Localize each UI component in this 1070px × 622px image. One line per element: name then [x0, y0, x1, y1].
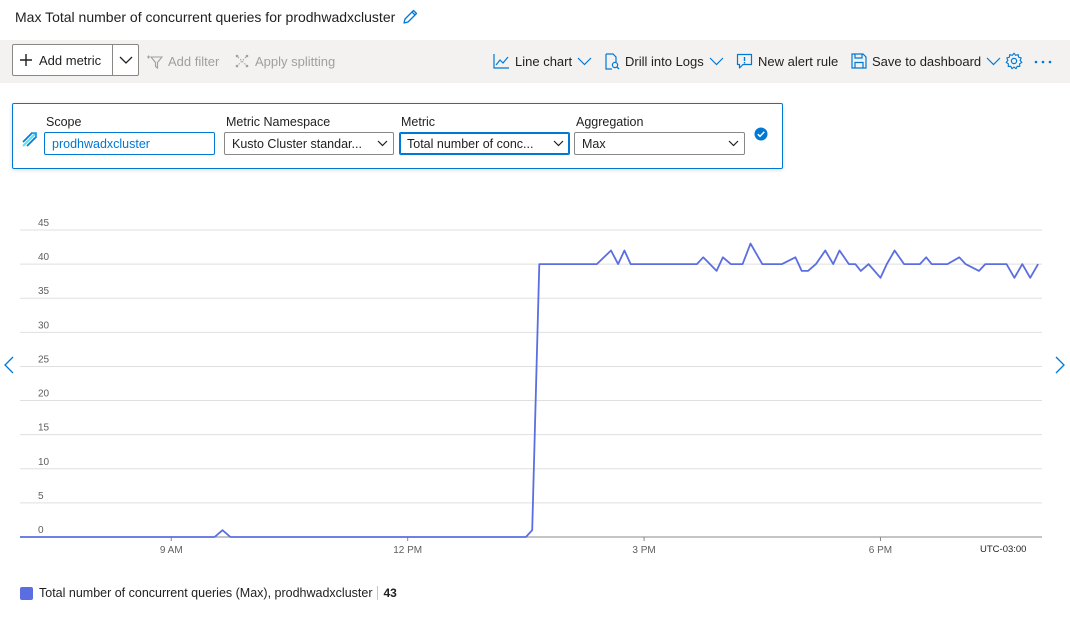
- gear-icon[interactable]: [1005, 52, 1023, 70]
- alert-icon: [736, 53, 753, 69]
- chevron-left-icon[interactable]: [4, 356, 14, 374]
- metric-select[interactable]: Total number of conc...: [399, 132, 570, 155]
- namespace-label: Metric Namespace: [226, 115, 331, 129]
- chart-title: Max Total number of concurrent queries f…: [15, 9, 396, 25]
- save-icon: [851, 53, 867, 69]
- kusto-cluster-icon: [22, 132, 37, 147]
- y-tick-label: 35: [38, 286, 50, 297]
- logs-search-icon: [605, 52, 620, 70]
- metric-value: Total number of conc...: [407, 136, 534, 151]
- y-tick-label: 15: [38, 423, 50, 434]
- metric-line-chart: 0 5 10 15 20 25 30 35 40 45 9 AM 12 PM 3 PM 6 PM: [20, 218, 1042, 556]
- aggregation-select[interactable]: Max: [574, 132, 745, 155]
- save-to-dashboard-button[interactable]: Save to dashboard: [851, 50, 1001, 72]
- y-tick-label: 45: [38, 218, 50, 229]
- namespace-select[interactable]: Kusto Cluster standar...: [224, 132, 394, 155]
- plus-icon: [20, 54, 32, 66]
- new-alert-rule-label: New alert rule: [758, 53, 839, 69]
- chevron-down-icon: [709, 57, 724, 65]
- x-tick-label: 9 AM: [160, 545, 183, 556]
- drill-into-logs-label: Drill into Logs: [625, 53, 704, 69]
- chevron-down-icon: [553, 140, 563, 147]
- more-options-icon[interactable]: [1034, 59, 1052, 65]
- metric-selector-card: Scope prodhwadxcluster Metric Namespace …: [12, 103, 783, 169]
- chart-legend[interactable]: Total number of concurrent queries (Max)…: [20, 586, 397, 600]
- y-tick-label: 25: [38, 354, 50, 365]
- x-tick-label: 12 PM: [393, 545, 422, 556]
- apply-splitting-button[interactable]: Apply splitting: [234, 50, 335, 72]
- y-tick-label: 5: [38, 491, 44, 502]
- add-metric-button[interactable]: Add metric: [13, 45, 112, 75]
- chevron-down-icon: [377, 140, 387, 147]
- scope-field[interactable]: prodhwadxcluster: [44, 132, 215, 155]
- y-tick-label: 10: [38, 457, 50, 468]
- aggregation-value: Max: [582, 136, 606, 151]
- save-to-dashboard-label: Save to dashboard: [872, 53, 982, 69]
- metric-label: Metric: [401, 115, 436, 129]
- line-chart-icon: [493, 54, 509, 69]
- add-metric-label: Add metric: [39, 52, 102, 68]
- pencil-icon[interactable]: [401, 8, 419, 26]
- aggregation-label: Aggregation: [576, 115, 644, 129]
- x-tick-label: 3 PM: [632, 545, 655, 556]
- splitting-icon: [235, 54, 249, 68]
- drill-into-logs-button[interactable]: Drill into Logs: [603, 50, 724, 72]
- add-metric-dropdown[interactable]: [112, 45, 138, 75]
- apply-splitting-label: Apply splitting: [255, 53, 336, 69]
- chevron-down-icon: [577, 57, 592, 65]
- line-chart-label: Line chart: [515, 53, 573, 69]
- y-tick-label: 30: [38, 320, 50, 331]
- y-tick-label: 0: [38, 525, 44, 536]
- legend-series-name: Total number of concurrent queries (Max)…: [39, 586, 373, 600]
- chart-title-row: Max Total number of concurrent queries f…: [15, 6, 419, 28]
- scope-label: Scope: [46, 115, 82, 129]
- chevron-down-icon: [119, 56, 132, 64]
- new-alert-rule-button[interactable]: New alert rule: [736, 50, 838, 72]
- namespace-value: Kusto Cluster standar...: [232, 136, 362, 151]
- add-filter-label: Add filter: [168, 53, 220, 69]
- line-chart-button[interactable]: Line chart: [493, 50, 592, 72]
- chevron-down-icon: [986, 57, 1001, 65]
- add-metric-split-button: Add metric: [12, 44, 139, 76]
- confirm-check-icon[interactable]: [754, 127, 768, 141]
- timezone-label: UTC-03:00: [980, 544, 1027, 555]
- y-tick-label: 40: [38, 252, 50, 263]
- legend-swatch: [20, 586, 33, 600]
- legend-divider: [377, 586, 379, 600]
- series-line[interactable]: [20, 242, 1039, 538]
- toolbar: Add metric Add filter Apply splitting Li…: [0, 40, 1070, 83]
- legend-summary-value: 43: [383, 586, 397, 600]
- x-tick-label: 6 PM: [869, 545, 892, 556]
- y-tick-label: 20: [38, 389, 50, 400]
- filter-add-icon: [147, 55, 163, 69]
- chevron-down-icon: [728, 140, 738, 147]
- chevron-right-icon[interactable]: [1055, 356, 1065, 374]
- add-filter-button[interactable]: Add filter: [146, 50, 219, 72]
- scope-value: prodhwadxcluster: [52, 136, 150, 151]
